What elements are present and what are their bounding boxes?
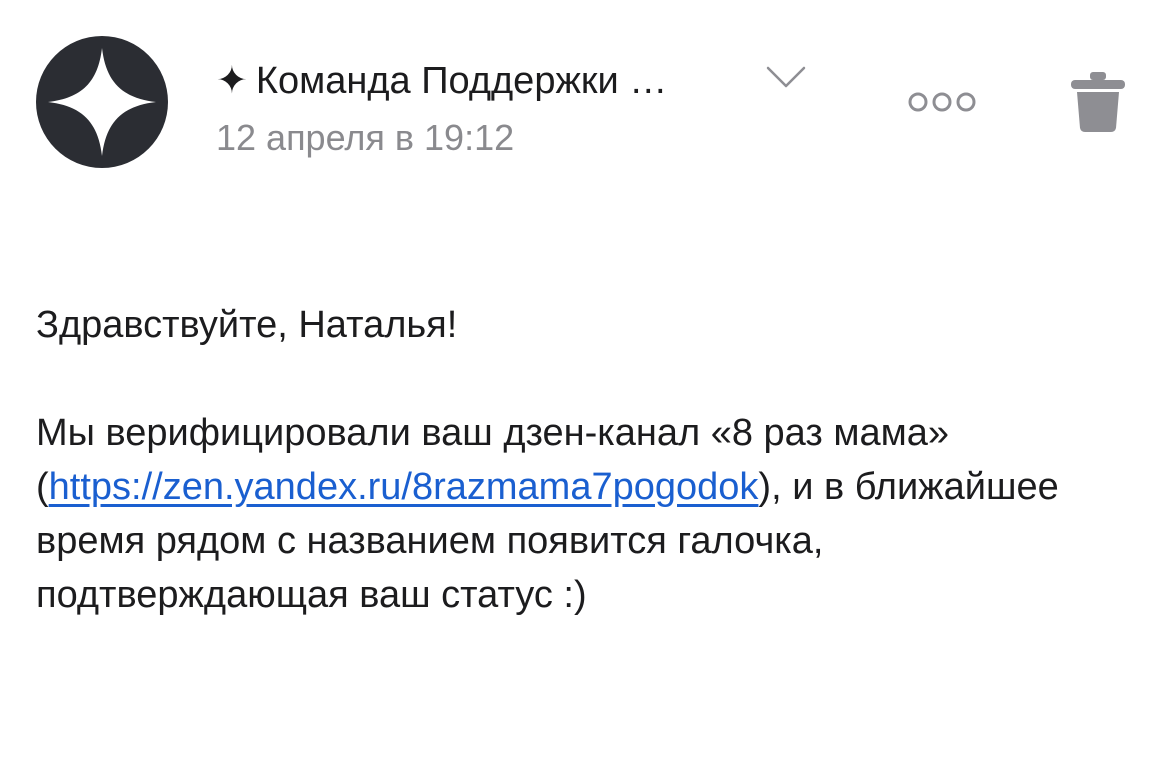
zen-star-icon <box>48 48 156 156</box>
channel-link[interactable]: https://zen.yandex.ru/8razmama7pogodok <box>49 466 759 508</box>
message-header: ✦ Команда Поддержки … 12 апреля в 19:12 <box>0 0 1170 200</box>
message-paragraph: Мы верифицировали ваш дзен-канал «8 раз … <box>36 406 1136 622</box>
sender-avatar[interactable] <box>36 36 168 168</box>
message-date: 12 апреля в 19:12 <box>216 117 515 158</box>
trash-icon[interactable] <box>1068 70 1128 134</box>
greeting-text: Здравствуйте, Наталья! <box>36 304 458 346</box>
sparkle-icon: ✦ <box>216 60 248 102</box>
sender-name-text: Команда Поддержки … <box>255 60 668 102</box>
sender-name[interactable]: ✦ Команда Поддержки … <box>216 58 667 104</box>
chevron-down-icon[interactable] <box>764 64 808 92</box>
message-body: Здравствуйте, Наталья! Мы верифицировали… <box>36 298 1136 622</box>
more-dots-icon[interactable] <box>906 90 978 114</box>
